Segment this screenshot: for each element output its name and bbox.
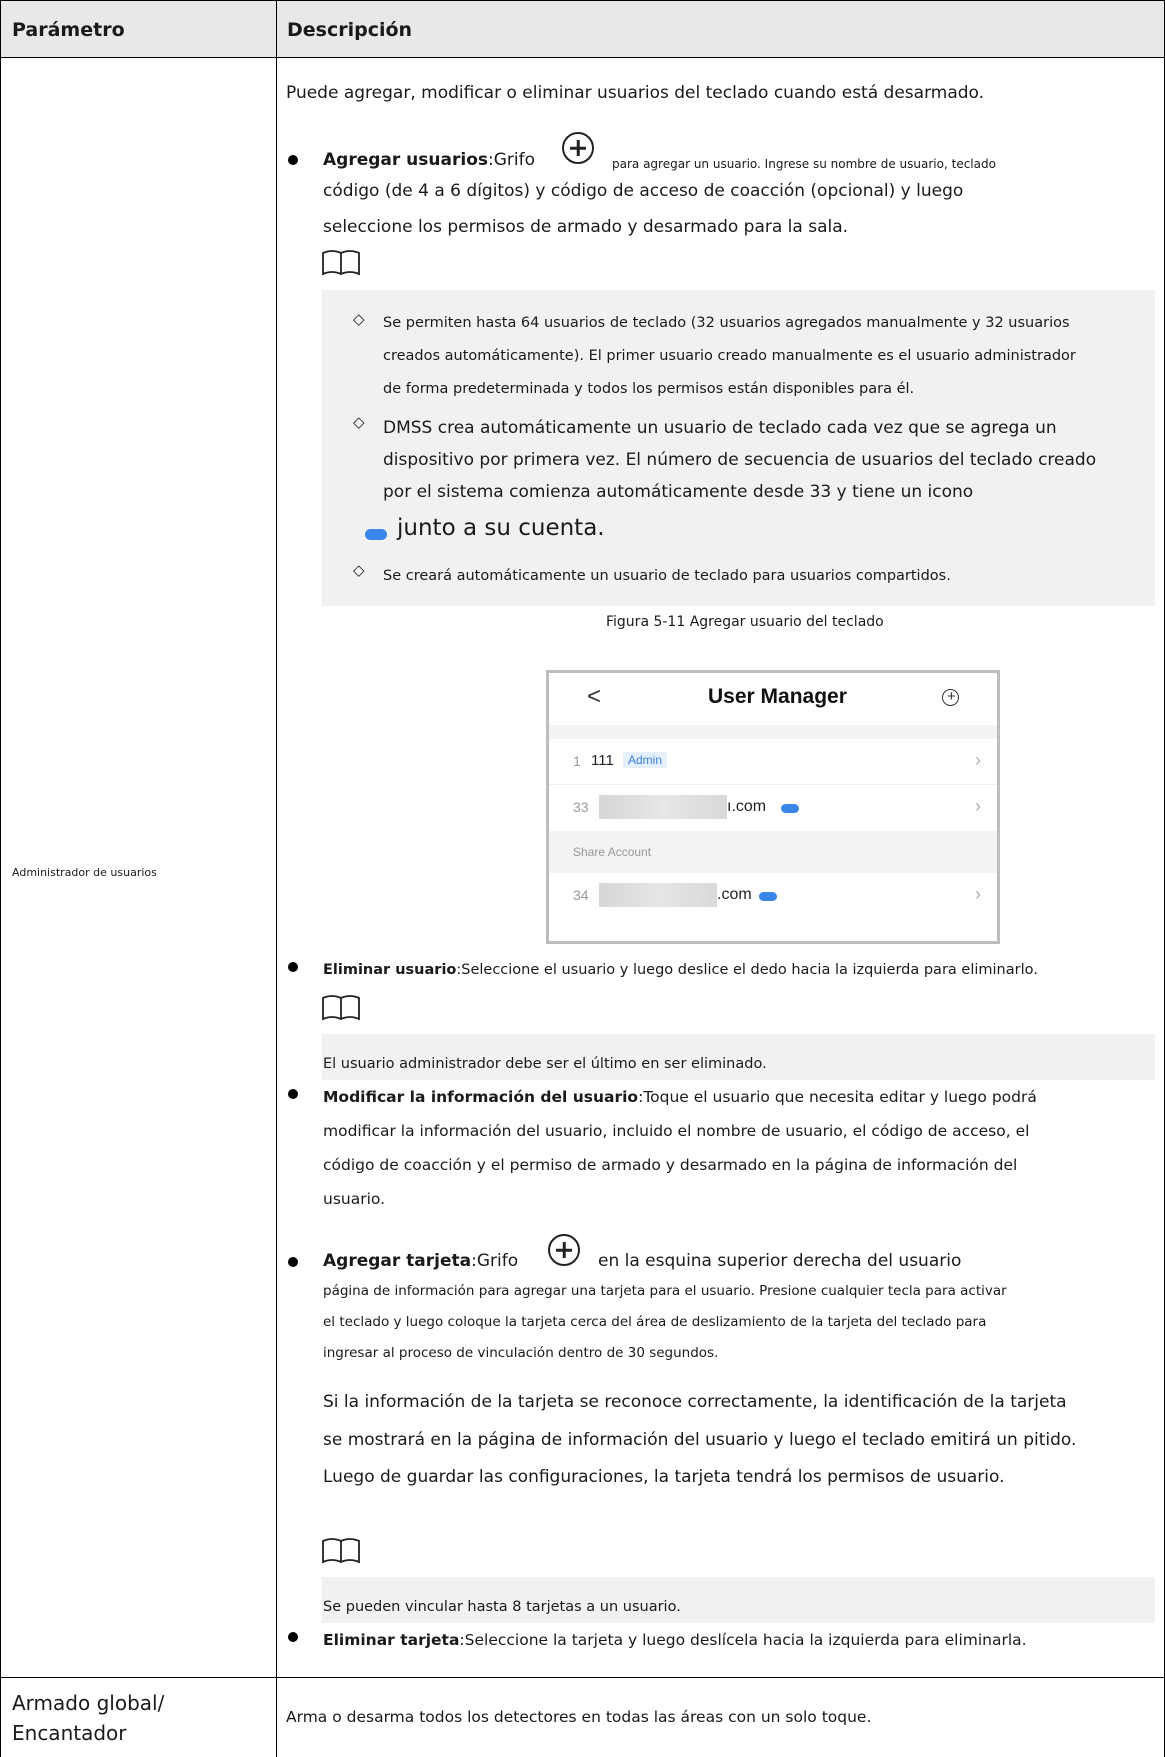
admin-badge: Admin [623, 752, 668, 768]
bullet [288, 1632, 298, 1642]
book-note-icon [322, 995, 360, 1021]
note2-text: El usuario administrador debe ser el últ… [323, 1056, 767, 1072]
diamond-marker: ◇ [353, 413, 365, 431]
bullet [288, 1089, 298, 1099]
modify-user-line3: código de coacción y el permiso de armad… [323, 1156, 1018, 1174]
book-note-icon [322, 1538, 360, 1564]
delete-user-label: Eliminar usuario [323, 962, 457, 978]
add-card-line1: Agregar tarjeta:Grifo [323, 1251, 519, 1271]
modify-user-line2: modificar la información del usuario, in… [323, 1122, 1030, 1140]
add-circle-icon [562, 132, 594, 164]
bullet [288, 1257, 298, 1267]
chevron-right-icon: › [975, 750, 981, 770]
note3-text: Se pueden vincular hasta 8 tarjetas a un… [323, 1599, 681, 1615]
document-page: Parámetro Descripción Administrador de u… [0, 0, 1165, 1757]
header-parametro: Parámetro [12, 19, 125, 41]
user-row-33: 33 ı.com › [549, 785, 997, 831]
modify-user-line4: usuario. [323, 1190, 386, 1208]
table-header-row [0, 0, 1165, 57]
note1-item1-l2: creados automáticamente). El primer usua… [383, 348, 1076, 364]
row-divider [0, 1677, 1165, 1678]
header-descripcion: Descripción [287, 19, 413, 41]
column-divider [276, 0, 277, 1757]
header-divider [0, 57, 1165, 58]
add-card-line4: ingresar al proceso de vinculación dentr… [323, 1345, 719, 1361]
book-note-icon [322, 250, 360, 276]
note1-item1-l3: de forma predeterminada y todos los perm… [383, 381, 915, 397]
table-border-top [0, 0, 1165, 1]
cloud-icon [759, 892, 777, 901]
user-manager-screenshot: < User Manager + 1 111 Admin › 33 ı.com … [546, 670, 1000, 944]
add-card-para-l3: Luego de guardar las configuraciones, la… [323, 1467, 1005, 1487]
share-account-section: Share Account [549, 831, 997, 873]
note1-item3: Se creará automáticamente un usuario de … [383, 568, 951, 584]
note1-item2-l1: DMSS crea automáticamente un usuario de … [383, 418, 1057, 438]
bullet [288, 962, 298, 972]
add-circle-icon [548, 1234, 580, 1266]
add-card-line2: página de información para agregar una t… [323, 1283, 1007, 1299]
intro-text: Puede agregar, modificar o eliminar usua… [286, 83, 985, 103]
add-users-pre: :Grifo [488, 150, 535, 170]
armado-global-desc: Arma o desarma todos los detectores en t… [286, 1708, 872, 1726]
cloud-icon [781, 804, 799, 813]
chevron-right-icon: › [975, 796, 981, 816]
figure-caption: Figura 5-11 Agregar usuario del teclado [606, 614, 884, 630]
add-users-line3: seleccione los permisos de armado y desa… [323, 217, 849, 237]
modify-user-line1: Modificar la información del usuario:Toq… [323, 1088, 1037, 1106]
add-card-post: en la esquina superior derecha del usuar… [598, 1251, 962, 1271]
note1-item2-l3: por el sistema comienza automáticamente … [383, 482, 974, 502]
delete-card-label: Eliminar tarjeta [323, 1631, 460, 1649]
add-users-label: Agregar usuarios [323, 150, 488, 170]
table-border-left [0, 0, 1, 1757]
cloud-icon [365, 529, 387, 540]
add-users-line1: Agregar usuarios:Grifo [323, 150, 535, 170]
chevron-right-icon: › [975, 884, 981, 904]
back-icon: < [587, 683, 602, 710]
user-row-34: 34 .com › [549, 873, 997, 919]
add-card-line3: el teclado y luego coloque la tarjeta ce… [323, 1314, 987, 1330]
modify-user-label: Modificar la información del usuario [323, 1088, 639, 1106]
diamond-marker: ◇ [353, 561, 365, 579]
delete-card-line: Eliminar tarjeta:Seleccione la tarjeta y… [323, 1631, 1027, 1649]
add-card-para-l2: se mostrará en la página de información … [323, 1430, 1077, 1450]
note1-item1-l1: Se permiten hasta 64 usuarios de teclado… [383, 315, 1070, 331]
note1-item2-l2: dispositivo por primera vez. El número d… [383, 450, 1097, 470]
diamond-marker: ◇ [353, 310, 365, 328]
param-armado-global: Armado global/ Encantador [12, 1691, 165, 1745]
add-users-post: para agregar un usuario. Ingrese su nomb… [612, 157, 996, 171]
delete-user-line: Eliminar usuario:Seleccione el usuario y… [323, 962, 1038, 978]
user-manager-title: User Manager [708, 685, 847, 708]
add-card-para-l1: Si la información de la tarjeta se recon… [323, 1392, 1067, 1412]
add-users-line2: código (de 4 a 6 dígitos) y código de ac… [323, 181, 964, 201]
note1-item2-l4: junto a su cuenta. [397, 515, 605, 541]
add-card-label: Agregar tarjeta [323, 1251, 472, 1271]
user-row-1: 1 111 Admin › [549, 739, 997, 785]
bullet [288, 155, 298, 165]
param-administrador: Administrador de usuarios [12, 866, 157, 879]
